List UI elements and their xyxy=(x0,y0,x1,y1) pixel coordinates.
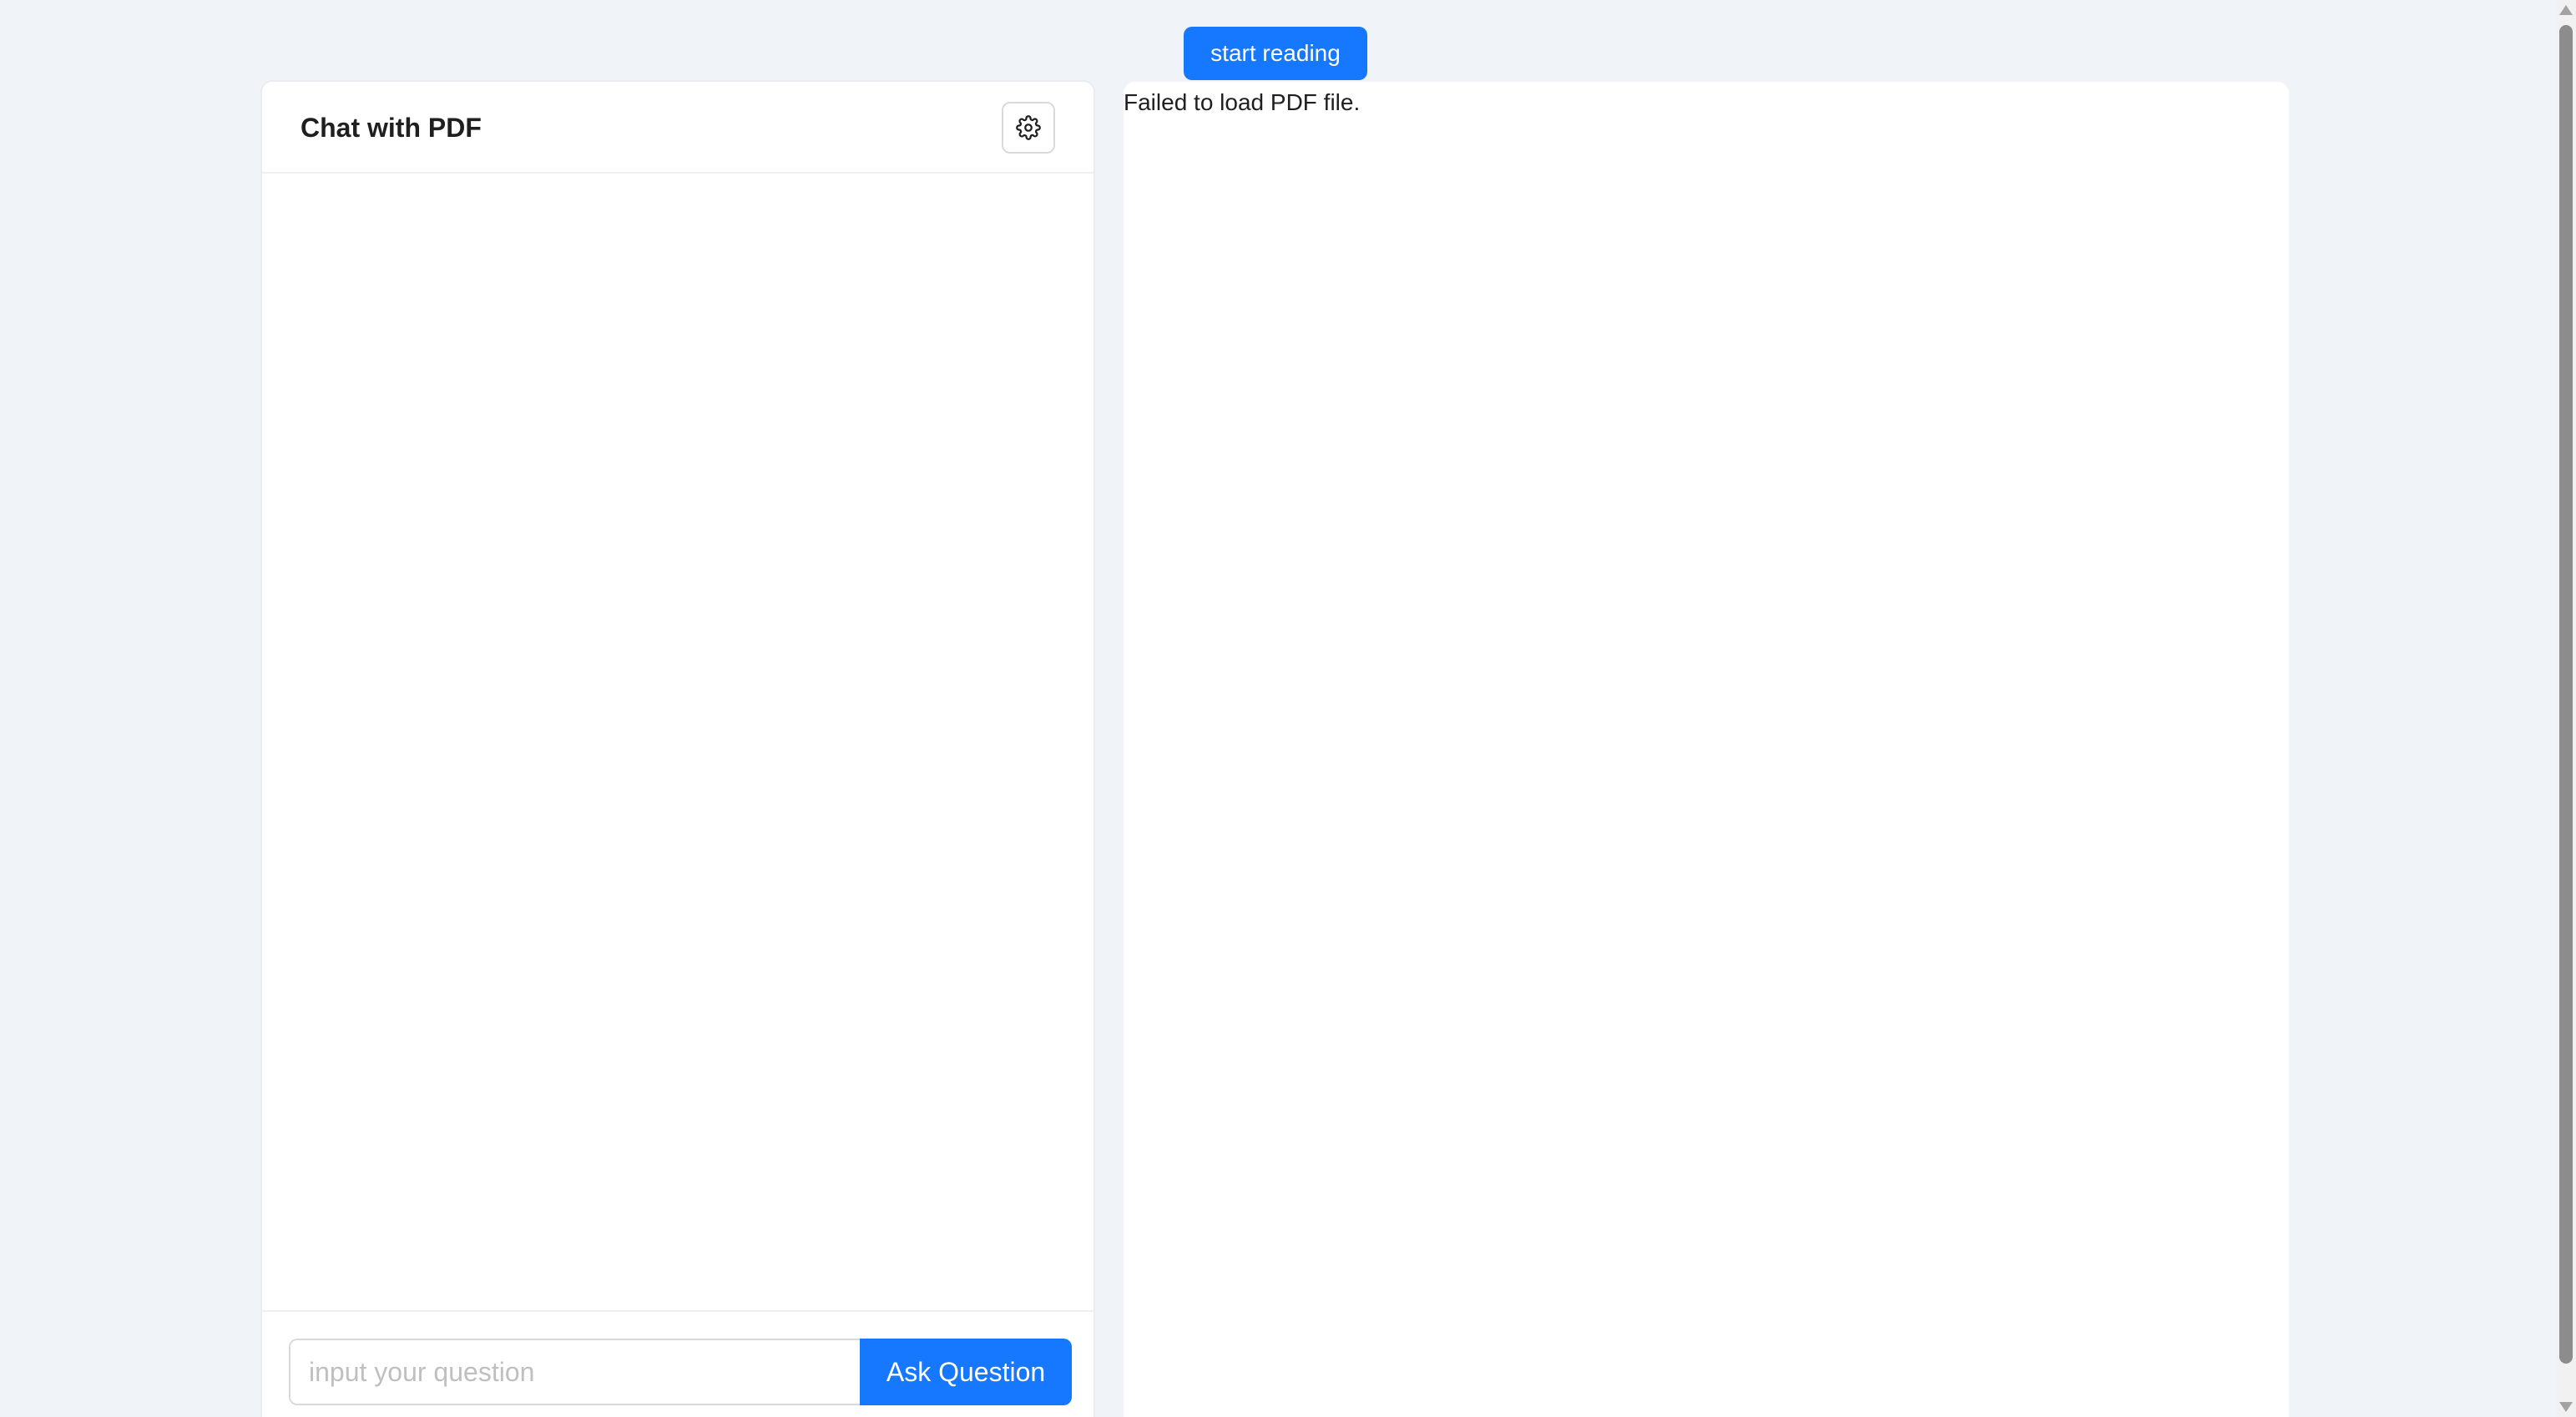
pdf-viewer: Failed to load PDF file. xyxy=(1124,82,2289,1417)
scroll-down-icon[interactable] xyxy=(2559,1402,2573,1412)
page-scrollbar[interactable] xyxy=(2556,0,2576,1417)
scroll-up-icon[interactable] xyxy=(2559,5,2573,15)
chat-title: Chat with PDF xyxy=(301,113,482,143)
question-input[interactable] xyxy=(289,1339,861,1405)
app-page: start reading Chat with PDF Ask Question… xyxy=(0,0,2576,1417)
scroll-thumb[interactable] xyxy=(2559,25,2573,1364)
chat-panel: Chat with PDF Ask Question xyxy=(260,80,1095,1417)
chat-footer: Ask Question xyxy=(262,1310,1094,1417)
gear-icon xyxy=(1016,115,1041,140)
ask-question-button[interactable]: Ask Question xyxy=(860,1339,1072,1405)
chat-header: Chat with PDF xyxy=(262,82,1094,174)
settings-button[interactable] xyxy=(1002,102,1055,154)
chat-messages xyxy=(262,174,1094,1392)
start-reading-button[interactable]: start reading xyxy=(1184,27,1367,80)
pdf-error-message: Failed to load PDF file. xyxy=(1124,89,1361,115)
